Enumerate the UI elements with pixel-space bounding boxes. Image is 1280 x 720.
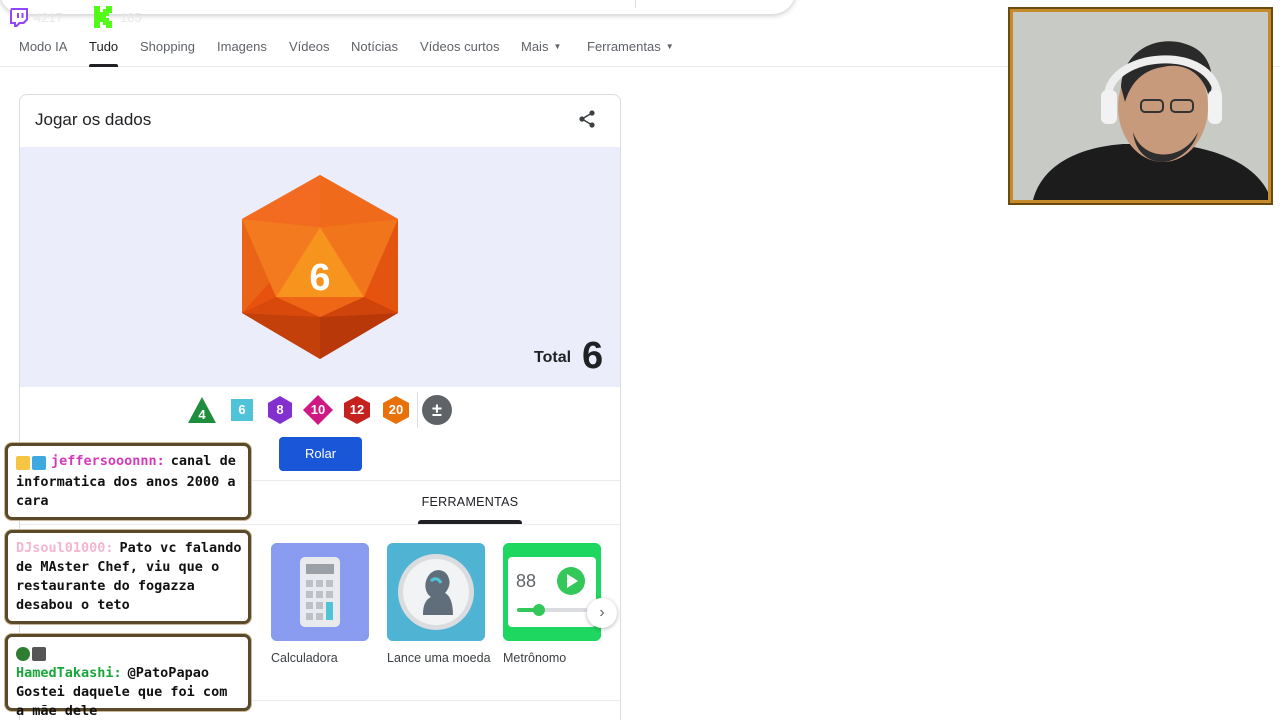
dice-roller-card: Jogar os dados 6 Total 6 4 6 8 10 12 20 … — [19, 94, 621, 720]
crown-badge-icon — [32, 456, 46, 470]
die-result: 6 — [309, 257, 331, 299]
chat-message: DJsoul01000: Pato vc falando de MAster Ch… — [5, 530, 251, 624]
picker-divider — [417, 392, 418, 428]
metronome-label: Metrônomo — [503, 651, 567, 665]
tab-mais[interactable]: Mais ▼ — [521, 39, 561, 54]
chat-message: jeffersooonnn: canal de informatica dos a… — [5, 443, 251, 520]
share-icon[interactable] — [577, 109, 597, 129]
tab-shopping[interactable]: Shopping — [140, 39, 195, 54]
metronome-icon — [503, 543, 601, 641]
dice-stage[interactable]: 6 Total 6 — [20, 147, 620, 387]
caret-down-icon: ▼ — [553, 42, 562, 51]
chat-message: HamedTakashi: @PatoPapao Gostei daquele q… — [5, 634, 251, 719]
d20-button[interactable]: 20 — [381, 395, 411, 425]
calculator-tile[interactable] — [271, 543, 369, 641]
tab-ferramentas[interactable]: Ferramentas ▼ — [587, 39, 674, 54]
streamer-image — [1013, 12, 1268, 200]
calculator-icon — [271, 543, 369, 641]
tab-noticias[interactable]: Notícias — [351, 39, 398, 54]
tab-videos-curtos[interactable]: Vídeos curtos — [420, 39, 500, 54]
search-divider — [635, 0, 636, 8]
d6-button[interactable]: 6 — [227, 395, 257, 425]
kick-viewer-count: 185 — [120, 10, 142, 25]
tab-imagens[interactable]: Imagens — [217, 39, 267, 54]
badge-icon — [16, 456, 30, 470]
coin-icon — [387, 543, 485, 641]
modifier-button[interactable]: ± — [422, 395, 452, 425]
twitch-viewer-count: 4217 — [34, 10, 63, 25]
chat-badges — [16, 645, 48, 664]
tab-modo-ia[interactable]: Modo IA — [19, 39, 67, 54]
sword-badge-icon — [32, 647, 46, 661]
calculator-label: Calculadora — [271, 651, 338, 665]
roll-button[interactable]: Rolar — [279, 437, 362, 471]
card-title: Jogar os dados — [35, 110, 152, 129]
divider — [20, 524, 620, 525]
webcam-frame — [1008, 7, 1273, 205]
twitch-icon — [10, 8, 28, 27]
kick-icon — [94, 6, 112, 28]
d4-button[interactable]: 4 — [187, 395, 217, 425]
d10-button[interactable]: 10 — [303, 395, 333, 425]
chat-badges — [16, 454, 48, 473]
chat-username: HamedTakashi: — [16, 665, 122, 681]
badge-icon — [16, 647, 30, 661]
tab-videos[interactable]: Vídeos — [289, 39, 329, 54]
chat-username: jeffersooonnn: — [51, 453, 165, 469]
chat-username: DJsoul01000: — [16, 540, 114, 556]
chevron-right-icon[interactable]: › — [587, 598, 617, 628]
coin-flip-label: Lance uma moeda — [387, 651, 491, 665]
d12-button[interactable]: 12 — [342, 395, 372, 425]
metronome-tile[interactable]: 88 — [503, 543, 601, 641]
metronome-bpm: 88 — [516, 571, 537, 591]
tab-tudo[interactable]: Tudo — [89, 39, 119, 67]
webcam-video — [1013, 12, 1268, 200]
total-value: 6 — [582, 335, 604, 377]
coin-flip-tile[interactable] — [387, 543, 485, 641]
tab-tools[interactable]: FERRAMENTAS — [380, 495, 560, 509]
total-label: Total — [534, 349, 572, 366]
d8-button[interactable]: 8 — [265, 395, 295, 425]
caret-down-icon: ▼ — [665, 42, 674, 51]
